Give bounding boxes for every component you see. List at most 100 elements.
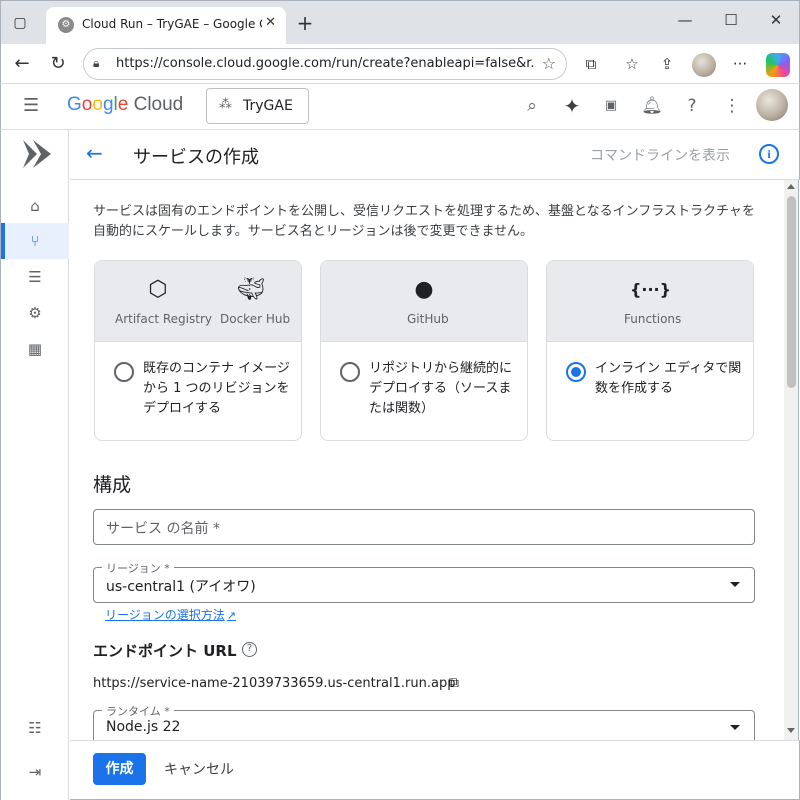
lock-icon: 🔒︎ <box>93 56 100 70</box>
service-name-input[interactable]: サービス の名前 * <box>93 509 755 545</box>
dropdown-arrow-icon <box>730 582 740 587</box>
section-title: 構成 <box>93 474 132 496</box>
source-label: Docker Hub <box>220 312 291 326</box>
card-header: ⬡ 🐳︎ Artifact Registry Docker Hub <box>95 261 301 341</box>
main-content: サービスは固有のエンドポイントを公開し、受信リクエストを処理するため、基盤となる… <box>70 180 784 740</box>
favorites-icon[interactable]: ☆ <box>620 52 644 76</box>
url-text[interactable]: https://console.cloud.google.com/run/cre… <box>116 56 536 71</box>
new-tab-icon[interactable]: + <box>295 11 315 35</box>
region-help-link[interactable]: リージョンの選択方法 ↗ <box>105 606 236 623</box>
region-value: us-central1 (アイオワ) <box>106 579 256 595</box>
scroll-down-icon[interactable] <box>787 728 795 733</box>
radio-functions[interactable] <box>566 362 586 382</box>
source-option-label: 既存のコンテナ イメージから 1 つのリビジョンをデプロイする <box>143 361 290 416</box>
region-select[interactable]: リージョン * us-central1 (アイオワ) <box>93 560 755 603</box>
scroll-up-icon[interactable] <box>787 184 795 189</box>
artifact-registry-icon: ⬡ <box>148 277 168 302</box>
back-icon[interactable]: ← <box>10 52 34 76</box>
list-icon[interactable]: ☰ <box>1 259 69 295</box>
help-circle-icon[interactable]: ? <box>242 642 257 657</box>
source-card-repository[interactable]: ● GitHub リポジトリから継続的にデプロイする（ソースまたは関数） <box>320 260 528 441</box>
runtime-value: Node.js 22 <box>106 719 181 735</box>
browser-toolbar: ← ↻ 🔒︎ https://console.cloud.google.com/… <box>0 44 800 84</box>
gemini-sparkle-icon[interactable]: ✦ <box>560 94 584 118</box>
expand-rail-icon[interactable]: ⇥ <box>1 754 69 790</box>
logo-letter: e <box>117 94 129 115</box>
share-icon[interactable]: ⇪ <box>655 52 679 76</box>
logo-letter: o <box>92 94 103 115</box>
docker-icon: 🐳︎ <box>237 277 265 302</box>
reload-icon[interactable]: ↻ <box>46 52 70 76</box>
runtime-label: ランタイム * <box>102 703 174 719</box>
settings-gears-icon[interactable]: ⚙ <box>1 295 69 331</box>
endpoint-title: エンドポイント URL <box>93 642 237 660</box>
page-description: サービスは固有のエンドポイントを公開し、受信リクエストを処理するため、基盤となる… <box>93 204 755 239</box>
create-button[interactable]: 作成 <box>93 753 146 785</box>
source-card-container-image[interactable]: ⬡ 🐳︎ Artifact Registry Docker Hub 既存のコンテ… <box>94 260 302 441</box>
source-option-label: インライン エディタで関数を作成する <box>595 361 742 396</box>
info-icon[interactable]: i <box>759 144 779 164</box>
left-nav-rail: ⌂ ⑂ ☰ ⚙ ▦ ☷ ⇥ <box>0 130 69 800</box>
maximize-icon[interactable]: ☐ <box>719 11 743 29</box>
building-icon[interactable]: ▦ <box>1 331 69 367</box>
logo-suffix: Cloud <box>133 94 184 115</box>
page-scrollbar[interactable] <box>784 180 799 740</box>
project-icon: ⁂ <box>219 97 232 112</box>
cloud-shell-icon[interactable]: ▣ <box>599 94 623 118</box>
console-header: ☰ Google Cloud ⁂ TryGAE ⌕ ✦ ▣ 🔔︎ ? ⋮ <box>0 84 800 130</box>
release-notes-icon[interactable]: ☷ <box>1 710 69 746</box>
extensions-icon[interactable]: ⧉ <box>579 52 603 76</box>
copy-icon[interactable]: ⧉ <box>449 675 459 691</box>
scroll-thumb[interactable] <box>787 196 796 388</box>
favorite-star-icon[interactable]: ☆ <box>542 54 556 73</box>
github-icon: ● <box>414 277 434 302</box>
show-command-line-button[interactable]: コマンドラインを表示 <box>590 145 730 165</box>
dropdown-arrow-icon <box>730 725 740 730</box>
browser-profile-avatar[interactable] <box>692 53 716 77</box>
radio-repository[interactable] <box>340 362 360 382</box>
back-arrow-icon[interactable]: ← <box>86 141 103 165</box>
tab-actions-icon[interactable]: ▢ <box>11 14 29 32</box>
region-help-text: リージョンの選択方法 <box>105 608 225 622</box>
source-card-functions[interactable]: {···} Functions インライン エディタで関数を作成する <box>546 260 754 441</box>
logo-letter: G <box>67 94 82 115</box>
notifications-bell-icon[interactable]: 🔔︎ <box>640 94 664 118</box>
card-body: インライン エディタで関数を作成する <box>547 341 753 440</box>
search-icon[interactable]: ⌕ <box>520 94 544 118</box>
minimize-icon[interactable]: — <box>673 11 697 29</box>
radio-container-image[interactable] <box>114 362 134 382</box>
page-header: ← サービスの作成 コマンドラインを表示 i <box>70 130 800 180</box>
address-bar[interactable]: 🔒︎ https://console.cloud.google.com/run/… <box>83 48 567 80</box>
more-menu-icon[interactable]: ··· <box>728 52 752 76</box>
form-footer: 作成 キャンセル <box>70 740 800 800</box>
browser-tab[interactable]: ⚙ Cloud Run – TryGAE – Google Clo ✕ <box>46 7 286 45</box>
cancel-button[interactable]: キャンセル <box>164 759 234 779</box>
external-link-icon: ↗ <box>226 609 236 622</box>
help-icon[interactable]: ? <box>680 94 704 118</box>
kebab-menu-icon[interactable]: ⋮ <box>720 94 744 118</box>
window-close-icon[interactable]: ✕ <box>764 11 788 29</box>
endpoint-url: https://service-name-21039733659.us-cent… <box>93 676 456 691</box>
source-label: GitHub <box>407 312 449 326</box>
tab-close-icon[interactable]: ✕ <box>265 15 276 30</box>
tab-title: Cloud Run – TryGAE – Google Clo <box>82 17 262 31</box>
hamburger-menu-icon[interactable]: ☰ <box>23 96 43 116</box>
google-cloud-logo[interactable]: Google Cloud <box>67 94 183 116</box>
card-body: 既存のコンテナ イメージから 1 つのリビジョンをデプロイする <box>95 341 301 440</box>
account-avatar[interactable] <box>756 89 788 121</box>
logo-letter: g <box>102 94 114 115</box>
card-body: リポジトリから継続的にデプロイする（ソースまたは関数） <box>321 341 527 440</box>
logo-letter: o <box>81 94 93 115</box>
runtime-select[interactable]: ランタイム * Node.js 22 <box>93 703 755 740</box>
copilot-icon[interactable] <box>766 53 790 77</box>
service-name-placeholder: サービス の名前 * <box>106 521 220 537</box>
project-picker-button[interactable]: ⁂ TryGAE <box>206 88 309 124</box>
source-label: Functions <box>624 312 682 326</box>
card-header: {···} Functions <box>547 261 753 341</box>
region-label: リージョン * <box>102 560 174 576</box>
functions-icon: {···} <box>630 280 672 299</box>
home-icon[interactable]: ⌂ <box>1 188 69 224</box>
services-icon[interactable]: ⑂ <box>1 223 69 259</box>
source-label: Artifact Registry <box>115 312 213 326</box>
page-title: サービスの作成 <box>133 147 259 168</box>
